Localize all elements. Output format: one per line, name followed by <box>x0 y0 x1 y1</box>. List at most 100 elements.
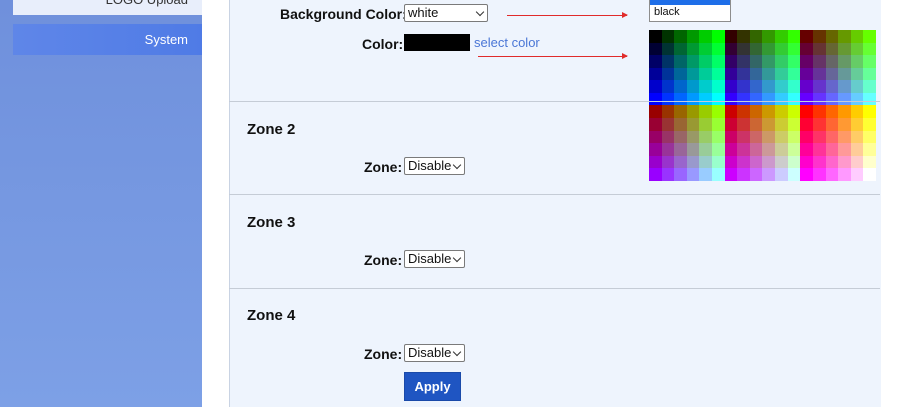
palette-swatch[interactable] <box>737 30 750 43</box>
palette-swatch[interactable] <box>699 155 713 169</box>
palette-swatch[interactable] <box>699 168 713 181</box>
palette-swatch[interactable] <box>850 92 864 106</box>
palette-swatch[interactable] <box>661 67 675 81</box>
palette-swatch[interactable] <box>825 42 839 56</box>
palette-swatch[interactable] <box>825 130 839 144</box>
palette-swatch[interactable] <box>825 155 839 169</box>
palette-swatch[interactable] <box>850 155 864 169</box>
palette-swatch[interactable] <box>775 143 788 156</box>
palette-swatch[interactable] <box>787 118 801 131</box>
palette-swatch[interactable] <box>800 42 813 56</box>
palette-swatch[interactable] <box>863 105 876 119</box>
palette-swatch[interactable] <box>800 30 813 43</box>
palette-swatch[interactable] <box>838 168 851 181</box>
palette-swatch[interactable] <box>749 42 763 56</box>
palette-swatch[interactable] <box>737 80 750 93</box>
palette-swatch[interactable] <box>724 30 738 43</box>
palette-swatch[interactable] <box>762 155 776 169</box>
palette-swatch[interactable] <box>699 30 713 43</box>
palette-swatch[interactable] <box>850 118 864 131</box>
palette-swatch[interactable] <box>712 143 725 156</box>
palette-swatch[interactable] <box>863 143 876 156</box>
palette-swatch[interactable] <box>749 67 763 81</box>
palette-swatch[interactable] <box>812 30 826 43</box>
palette-swatch[interactable] <box>724 67 738 81</box>
palette-swatch[interactable] <box>838 30 851 43</box>
palette-swatch[interactable] <box>749 168 763 181</box>
palette-swatch[interactable] <box>712 105 725 119</box>
palette-swatch[interactable] <box>838 130 851 144</box>
palette-swatch[interactable] <box>762 80 776 93</box>
palette-swatch[interactable] <box>762 168 776 181</box>
palette-swatch[interactable] <box>762 143 776 156</box>
palette-swatch[interactable] <box>812 143 826 156</box>
palette-swatch[interactable] <box>737 92 750 106</box>
palette-swatch[interactable] <box>749 105 763 119</box>
palette-swatch[interactable] <box>661 155 675 169</box>
palette-swatch[interactable] <box>649 118 662 131</box>
palette-swatch[interactable] <box>787 143 801 156</box>
palette-swatch[interactable] <box>775 80 788 93</box>
palette-swatch[interactable] <box>863 92 876 106</box>
palette-swatch[interactable] <box>850 80 864 93</box>
palette-swatch[interactable] <box>749 80 763 93</box>
sidebar-item-system[interactable]: System <box>13 24 202 55</box>
background-color-dropdown-list[interactable]: black <box>649 0 731 22</box>
palette-swatch[interactable] <box>661 55 675 68</box>
palette-swatch[interactable] <box>724 143 738 156</box>
palette-swatch[interactable] <box>649 168 662 181</box>
palette-swatch[interactable] <box>712 118 725 131</box>
palette-swatch[interactable] <box>850 30 864 43</box>
palette-swatch[interactable] <box>863 168 876 181</box>
palette-swatch[interactable] <box>787 30 801 43</box>
palette-swatch[interactable] <box>661 105 675 119</box>
palette-swatch[interactable] <box>699 67 713 81</box>
palette-swatch[interactable] <box>724 55 738 68</box>
palette-swatch[interactable] <box>674 80 687 93</box>
palette-swatch[interactable] <box>800 105 813 119</box>
palette-swatch[interactable] <box>762 118 776 131</box>
palette-swatch[interactable] <box>699 55 713 68</box>
palette-swatch[interactable] <box>812 168 826 181</box>
palette-swatch[interactable] <box>712 67 725 81</box>
palette-swatch[interactable] <box>712 168 725 181</box>
palette-swatch[interactable] <box>737 67 750 81</box>
palette-swatch[interactable] <box>686 42 700 56</box>
palette-swatch[interactable] <box>825 92 839 106</box>
palette-swatch[interactable] <box>812 42 826 56</box>
sidebar-item-logo-upload[interactable]: LOGO Upload <box>13 0 202 15</box>
palette-swatch[interactable] <box>649 30 662 43</box>
palette-swatch[interactable] <box>686 155 700 169</box>
palette-swatch[interactable] <box>674 168 687 181</box>
palette-swatch[interactable] <box>686 143 700 156</box>
palette-swatch[interactable] <box>775 155 788 169</box>
palette-swatch[interactable] <box>825 55 839 68</box>
color-swatch[interactable] <box>404 34 470 51</box>
palette-swatch[interactable] <box>724 130 738 144</box>
palette-swatch[interactable] <box>724 105 738 119</box>
palette-swatch[interactable] <box>686 105 700 119</box>
palette-swatch[interactable] <box>699 143 713 156</box>
palette-swatch[interactable] <box>863 130 876 144</box>
palette-swatch[interactable] <box>825 105 839 119</box>
palette-swatch[interactable] <box>661 118 675 131</box>
palette-swatch[interactable] <box>749 155 763 169</box>
palette-swatch[interactable] <box>863 67 876 81</box>
palette-swatch[interactable] <box>749 143 763 156</box>
palette-swatch[interactable] <box>674 92 687 106</box>
palette-swatch[interactable] <box>674 42 687 56</box>
select-color-link[interactable]: select color <box>474 35 540 50</box>
palette-swatch[interactable] <box>649 143 662 156</box>
palette-swatch[interactable] <box>775 118 788 131</box>
palette-swatch[interactable] <box>712 92 725 106</box>
palette-swatch[interactable] <box>712 155 725 169</box>
palette-swatch[interactable] <box>800 130 813 144</box>
palette-swatch[interactable] <box>649 105 662 119</box>
palette-swatch[interactable] <box>712 55 725 68</box>
palette-swatch[interactable] <box>724 80 738 93</box>
palette-swatch[interactable] <box>674 143 687 156</box>
palette-swatch[interactable] <box>712 80 725 93</box>
palette-swatch[interactable] <box>699 92 713 106</box>
palette-swatch[interactable] <box>787 42 801 56</box>
palette-swatch[interactable] <box>749 30 763 43</box>
